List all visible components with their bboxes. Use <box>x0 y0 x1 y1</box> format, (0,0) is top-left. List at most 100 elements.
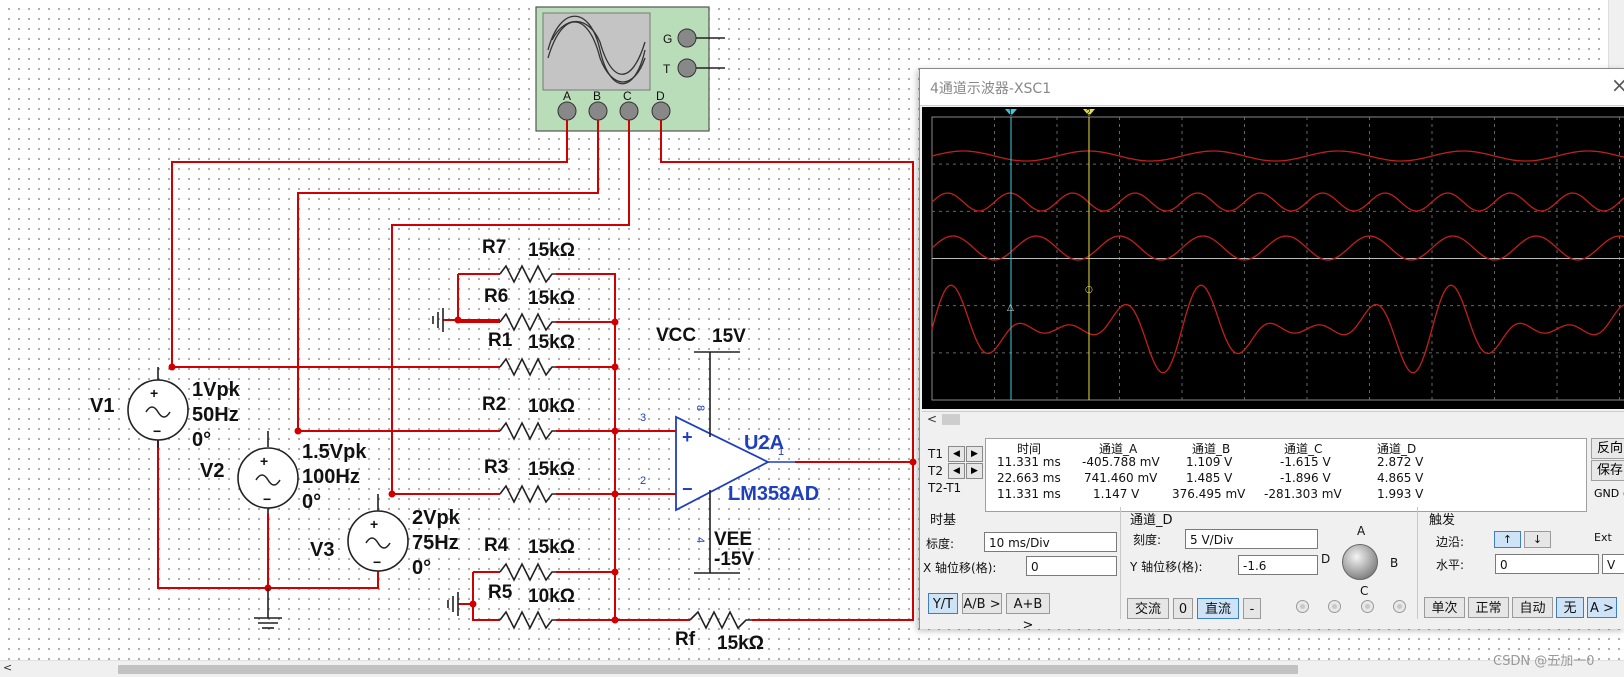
knob-dial-icon[interactable] <box>1342 544 1378 580</box>
x-position-input[interactable]: 0 <box>1026 556 1117 576</box>
row-label-t2: T2 <box>928 464 943 478</box>
svg-text:+: + <box>150 385 158 401</box>
svg-text:+: + <box>370 516 378 532</box>
level-input[interactable]: 0 <box>1495 554 1599 574</box>
rf-value: 15kΩ <box>717 633 764 654</box>
radio-2[interactable] <box>1328 600 1341 613</box>
pin-plus-number: 3 <box>640 412 646 424</box>
radio-1[interactable] <box>1296 600 1309 613</box>
t2-ch-b: 1.485 V <box>1186 471 1233 485</box>
divider <box>1417 507 1418 619</box>
scope-t-label: T <box>663 62 671 76</box>
t1-ch-c: -1.615 V <box>1280 455 1331 469</box>
save-button[interactable]: 保存 <box>1591 460 1624 481</box>
cursor1-label: 1 <box>1008 108 1013 117</box>
opamp-part: LM358AD <box>728 483 819 505</box>
canvas-vertical-scrollbar[interactable] <box>1608 0 1624 68</box>
svg-text:+: + <box>682 427 693 447</box>
source-v2[interactable]: + − <box>237 431 299 513</box>
scope-display[interactable]: 1 △ 2 ○ <box>922 107 1624 409</box>
channel-title: 通道_D <box>1130 513 1173 528</box>
row-label-t2-t1: T2-T1 <box>928 481 962 495</box>
t2-t1-ch-a: 1.147 V <box>1093 487 1140 501</box>
zero-coupling-button[interactable]: 0 <box>1173 598 1193 619</box>
source-v1[interactable]: + − <box>127 367 189 448</box>
close-icon[interactable]: × <box>1611 73 1624 97</box>
reverse-button[interactable]: 反向 <box>1591 438 1624 459</box>
yt-mode-button[interactable]: Y/T <box>928 593 958 614</box>
v3-phase: 0° <box>412 557 431 579</box>
t2-t1-ch-d: 1.993 V <box>1377 487 1424 501</box>
y-position-input[interactable]: -1.6 <box>1238 555 1318 575</box>
rising-edge-button[interactable]: ↑ <box>1494 531 1521 548</box>
scope-ch-a-label: A <box>563 89 571 103</box>
scope-ch-d-label: D <box>656 89 665 103</box>
oscilloscope-title: 4通道示波器-XSC1 <box>930 81 1052 97</box>
channel-select-knob[interactable]: A D B C <box>1321 524 1398 598</box>
channel-scale-label: 刻度: <box>1133 533 1162 547</box>
v2-phase: 0° <box>302 491 321 513</box>
v1-name: V1 <box>90 395 114 417</box>
scroll-left-icon[interactable]: < <box>927 412 937 426</box>
t1-ch-a: -405.788 mV <box>1082 455 1160 469</box>
scope-symbol[interactable]: G T A B C D <box>535 6 725 132</box>
oscilloscope-window[interactable]: 4通道示波器-XSC1 × 1 △ 2 ○ < T1 T2 T2-T1 ◀ ▶ … <box>919 68 1624 633</box>
timebase-scale-input[interactable]: 10 ms/Div <box>984 532 1117 552</box>
pin-minus-number: 2 <box>640 475 646 487</box>
ab-mode-button[interactable]: A/B > <box>962 593 1002 614</box>
v2-amplitude: 1.5Vpk <box>302 441 367 463</box>
scope-ch-c-label: C <box>623 89 632 103</box>
dc-coupling-button[interactable]: 直流 <box>1197 598 1239 619</box>
cursor-readout: T1 T2 T2-T1 ◀ ▶ ◀ ▶ 时间 通道_A 通道_B 通道_C 通道… <box>922 437 1624 513</box>
t2-right-arrow-icon[interactable]: ▶ <box>966 463 983 479</box>
normal-trigger-button[interactable]: 正常 <box>1468 597 1509 618</box>
svg-text:△: △ <box>1007 303 1014 313</box>
single-trigger-button[interactable]: 单次 <box>1424 597 1465 618</box>
scroll-left-icon[interactable]: < <box>3 661 12 674</box>
divider <box>1120 507 1121 619</box>
r6-name: R6 <box>484 286 508 307</box>
t2-left-arrow-icon[interactable]: ◀ <box>948 463 965 479</box>
t2-t1-ch-c: -281.303 mV <box>1264 487 1342 501</box>
rf-name: Rf <box>675 629 696 650</box>
source-v3[interactable]: + − <box>347 494 409 572</box>
canvas-horizontal-scrollbar[interactable]: < <box>0 660 1624 677</box>
t1-ch-b: 1.109 V <box>1186 455 1233 469</box>
scope-scroll-thumb[interactable] <box>942 414 960 425</box>
oscilloscope-titlebar[interactable]: 4通道示波器-XSC1 × <box>920 69 1624 106</box>
radio-3[interactable] <box>1361 600 1374 613</box>
falling-edge-button[interactable]: ↓ <box>1524 531 1551 548</box>
channel-scale-input[interactable]: 5 V/Div <box>1185 529 1318 549</box>
knob-label-c: C <box>1360 584 1369 598</box>
watermark: CSDN @五加一0 <box>1493 654 1595 669</box>
ext-label: Ext <box>1594 531 1612 544</box>
r4-value: 15kΩ <box>528 537 575 558</box>
scope-horizontal-scrollbar[interactable]: < <box>922 411 1624 428</box>
y-position-label: Y 轴位移(格): <box>1130 560 1203 574</box>
v3-name: V3 <box>310 539 334 561</box>
knob-label-b: B <box>1390 556 1399 570</box>
t1-right-arrow-icon[interactable]: ▶ <box>966 446 983 462</box>
minus-button[interactable]: - <box>1243 598 1261 619</box>
svg-text:−: − <box>153 423 161 439</box>
t2-t1-time: 11.331 ms <box>997 487 1061 501</box>
vcc-name: VCC <box>656 325 696 346</box>
trigger-title: 触发 <box>1429 513 1456 528</box>
t2-ch-c: -1.896 V <box>1280 471 1331 485</box>
canvas-scroll-thumb[interactable] <box>118 665 1298 674</box>
a-plus-b-mode-button[interactable]: A+B > <box>1006 593 1050 633</box>
ac-coupling-button[interactable]: 交流 <box>1127 598 1169 619</box>
x-position-label: X 轴位移(格): <box>923 561 997 575</box>
level-unit-select[interactable]: V <box>1602 554 1624 574</box>
t1-time: 11.331 ms <box>997 455 1061 469</box>
pin-out-number: 1 <box>778 446 784 458</box>
none-trigger-button[interactable]: 无 <box>1556 597 1584 618</box>
t1-left-arrow-icon[interactable]: ◀ <box>948 446 965 462</box>
radio-4[interactable] <box>1393 600 1406 613</box>
t1-ch-d: 2.872 V <box>1377 455 1424 469</box>
auto-trigger-button[interactable]: 自动 <box>1512 597 1553 618</box>
a-trigger-source-button[interactable]: A > <box>1587 597 1617 618</box>
pin-vee-number: 4 <box>694 537 706 543</box>
timebase-scale-label: 标度: <box>926 537 955 551</box>
r5-value: 10kΩ <box>528 586 575 607</box>
